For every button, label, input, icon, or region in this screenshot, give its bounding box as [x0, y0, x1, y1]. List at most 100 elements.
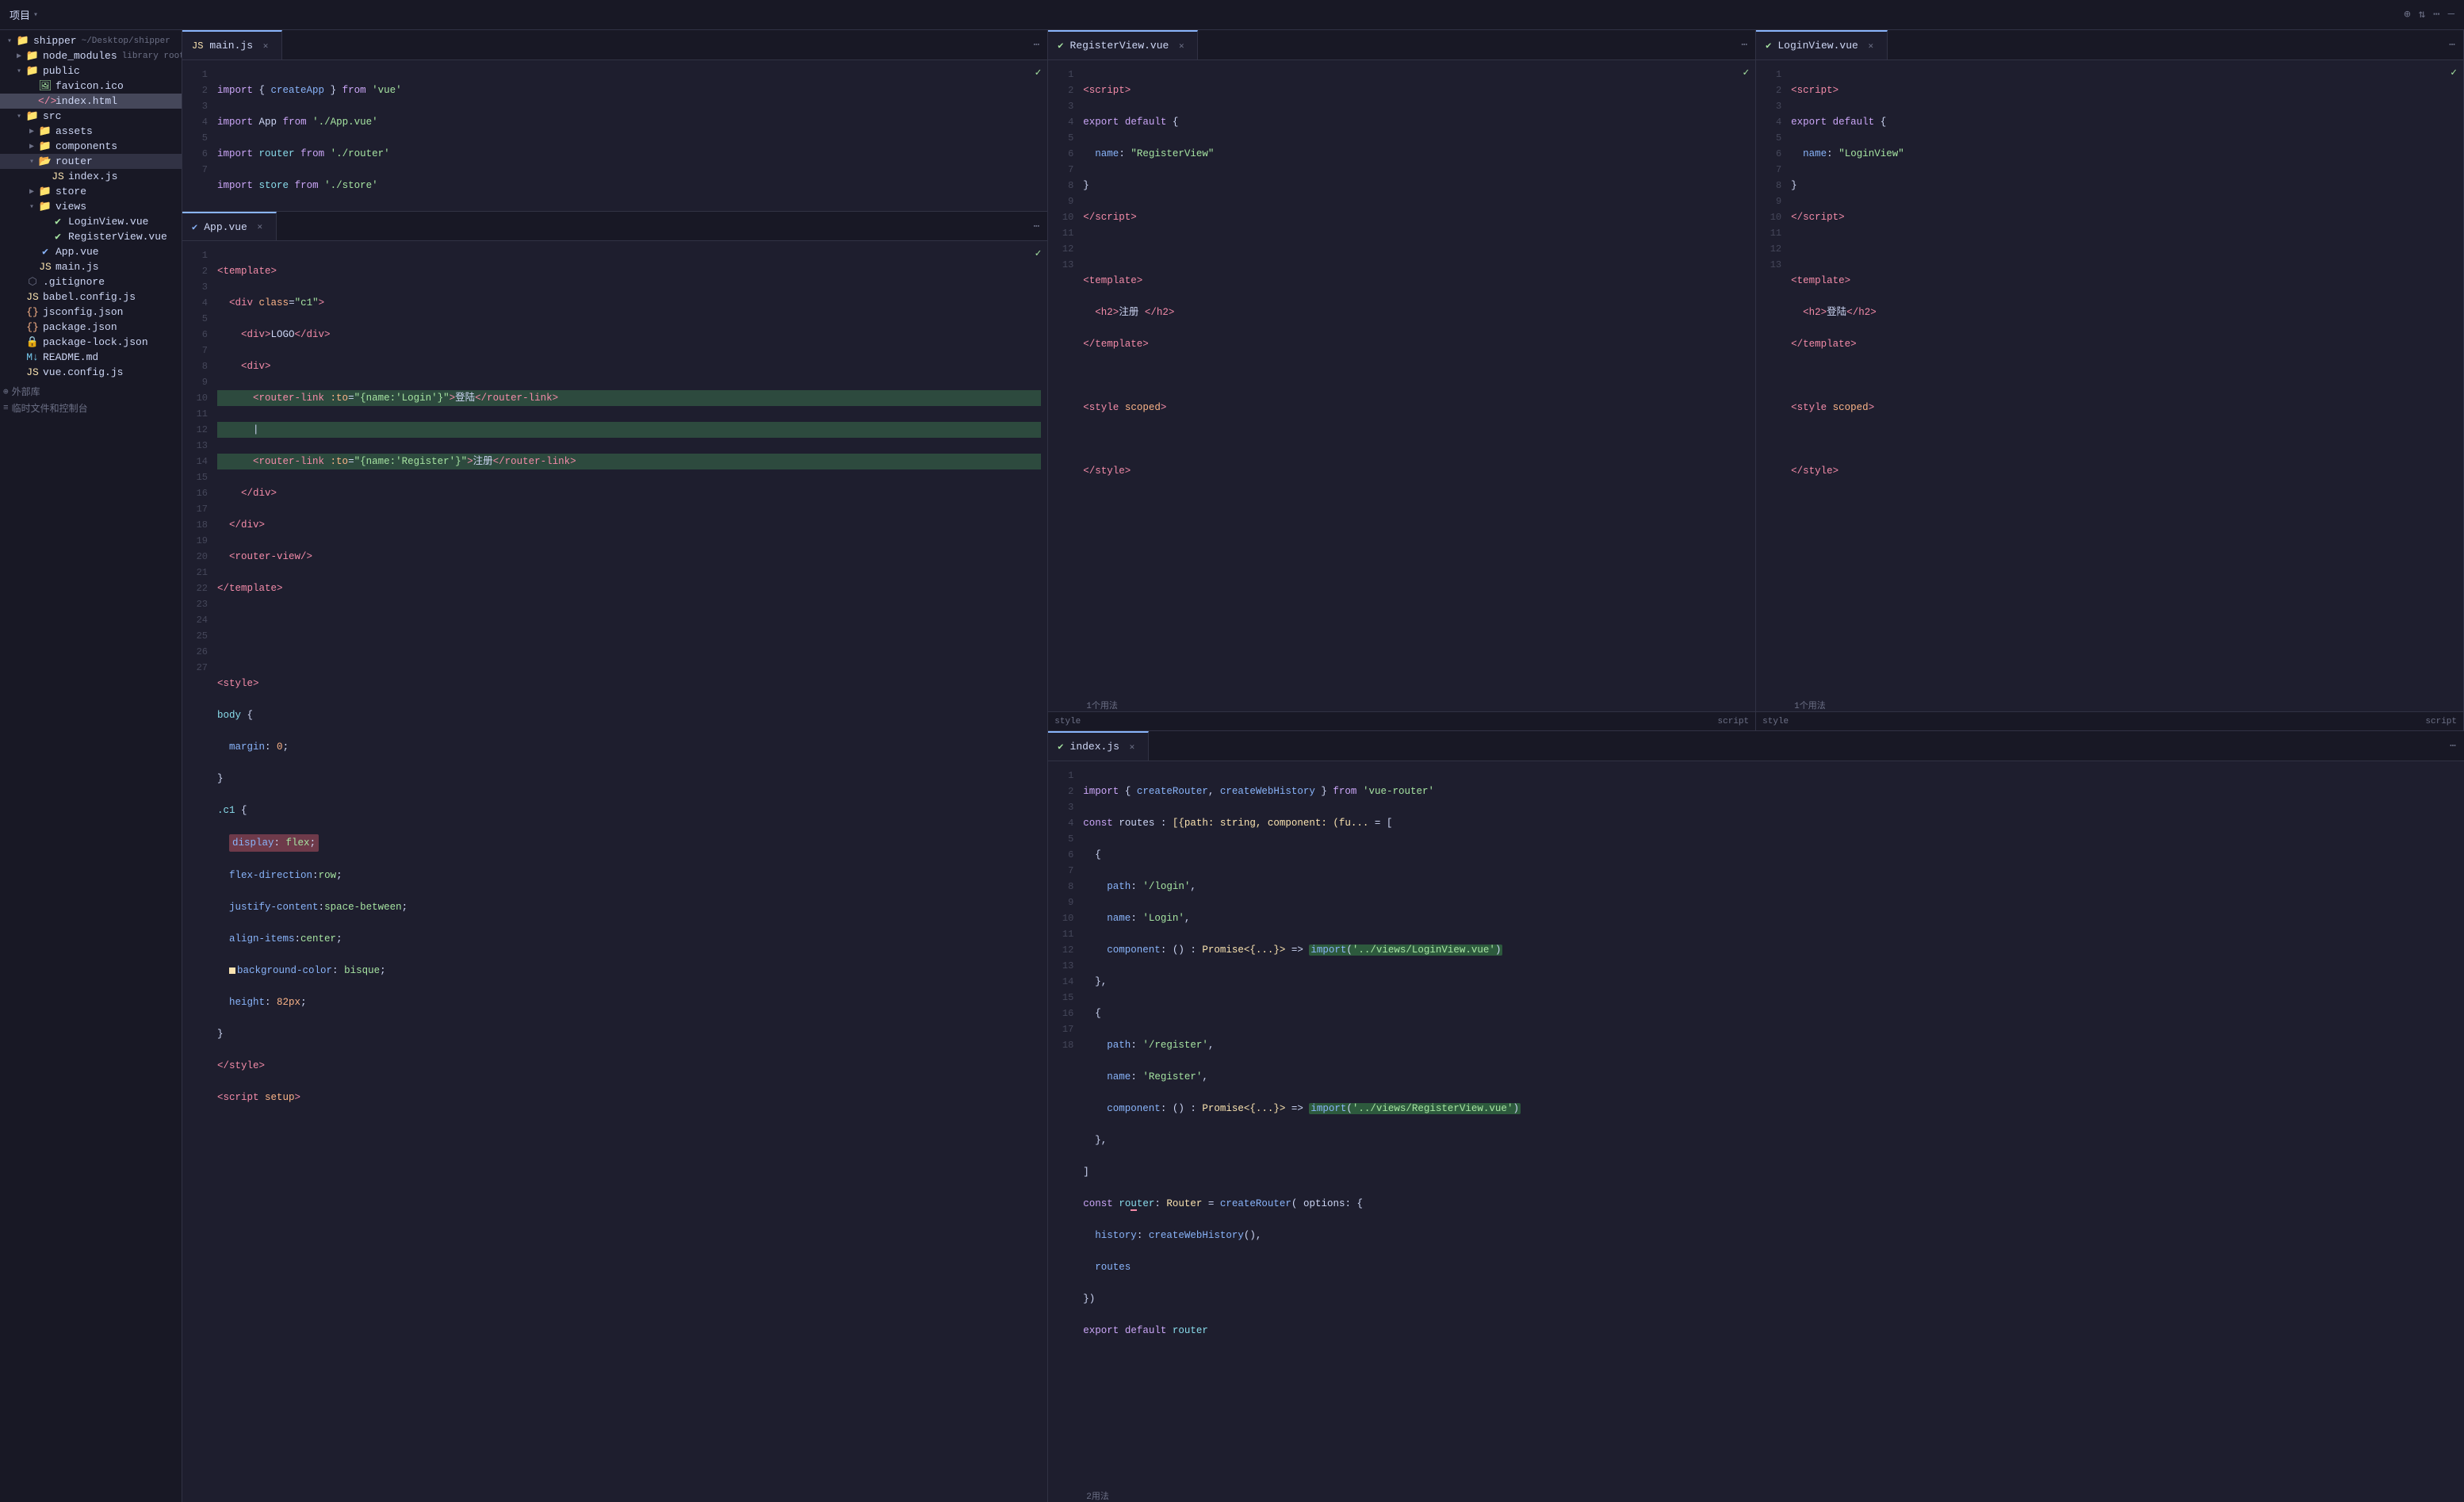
sidebar-item-main-js[interactable]: JS main.js [0, 259, 182, 274]
code-line-app-20: flex-direction:row; [217, 868, 1041, 883]
sidebar-item-shipper[interactable]: ▾ 📁 shipper ~/Desktop/shipper [0, 33, 182, 48]
arrow-icon: ▾ [25, 202, 38, 212]
json-icon: {} [25, 306, 40, 318]
code-line-app-8: </div> [217, 485, 1041, 501]
right-top-panes: ✔ RegisterView.vue ✕ ⋯ 12345 678910 [1048, 30, 2464, 731]
code-r-11: <style scoped> [1083, 400, 1749, 416]
code-main-js[interactable]: import { createApp } from 'vue' import A… [214, 60, 1047, 211]
code-r-1: <script> [1083, 82, 1749, 98]
code-line-app-27: <script setup> [217, 1090, 1041, 1105]
tab-label-login: LoginView.vue [1777, 40, 1858, 52]
sidebar-item-external-libs[interactable]: ⊕ 外部库 [0, 383, 182, 400]
sidebar-item-readme[interactable]: M↓ README.md [0, 350, 182, 365]
tab-menu-index[interactable]: ⋯ [2442, 731, 2464, 761]
sidebar-item-store[interactable]: ▶ 📁 store [0, 184, 182, 199]
app-vue-content[interactable]: 12345 678910 1112131415 1617181920 21222… [182, 241, 1047, 1502]
sidebar-item-src[interactable]: ▾ 📁 src [0, 109, 182, 124]
sidebar-item-assets[interactable]: ▶ 📁 assets [0, 124, 182, 139]
code-index-js[interactable]: import { createRouter, createWebHistory … [1080, 761, 2464, 1488]
sidebar-item-login-view[interactable]: ✔ LoginView.vue [0, 214, 182, 229]
vue-icon: ✔ [38, 246, 52, 258]
line-numbers-main-js: 1 2 3 4 5 6 7 [182, 60, 214, 211]
js-icon: JS [25, 366, 40, 378]
sidebar-item-router[interactable]: ▾ 📂 router [0, 154, 182, 169]
close-tab-login[interactable]: ✕ [1865, 40, 1877, 52]
close-tab-main-js[interactable]: ✕ [259, 40, 272, 52]
sidebar-item-vue-config[interactable]: JS vue.config.js [0, 365, 182, 380]
folder-icon: 📁 [25, 110, 40, 122]
code-line-app-13 [217, 644, 1041, 660]
sidebar-item-node-modules[interactable]: ▶ 📁 node_modules library root [0, 48, 182, 63]
code-r-13: </style> [1083, 463, 1749, 479]
tab-register-view[interactable]: ✔ RegisterView.vue ✕ [1048, 30, 1198, 59]
tab-menu-button-app[interactable]: ⋯ [1025, 212, 1047, 240]
index-js-content[interactable]: 12345 678910 1112131415 161718 import { … [1048, 761, 2464, 1488]
sidebar-item-public[interactable]: ▾ 📁 public [0, 63, 182, 79]
tab-menu-register[interactable]: ⋯ [1733, 30, 1755, 59]
sidebar-item-package-json[interactable]: {} package.json [0, 320, 182, 335]
register-view-content[interactable]: 12345 678910 111213 <script> export defa… [1048, 60, 1755, 697]
code-i-11: component: () : Promise<{...}> => import… [1083, 1101, 2458, 1117]
code-r-5: </script> [1083, 209, 1749, 225]
vue-index-icon: ✔ [1058, 741, 1063, 753]
sidebar-item-scratch[interactable]: ≡ 临时文件和控制台 [0, 400, 182, 416]
checkmark-register: ✓ [1743, 67, 1749, 79]
close-tab-index[interactable]: ✕ [1126, 741, 1138, 753]
project-label[interactable]: 项目 ▾ [10, 7, 38, 22]
code-line-app-21: justify-content:space-between; [217, 899, 1041, 915]
line-numbers-register: 12345 678910 111213 [1048, 60, 1080, 697]
tab-menu-login[interactable]: ⋯ [2441, 30, 2463, 59]
code-line-3: import router from './router' [217, 146, 1041, 162]
sidebar-item-jsconfig[interactable]: {} jsconfig.json [0, 305, 182, 320]
register-view-pane: ✔ RegisterView.vue ✕ ⋯ 12345 678910 [1048, 30, 1756, 730]
main-js-content[interactable]: 1 2 3 4 5 6 7 import { createApp } from … [182, 60, 1047, 211]
tab-main-js[interactable]: JS main.js ✕ [182, 30, 282, 59]
tab-app-vue[interactable]: ✔ App.vue ✕ [182, 212, 277, 240]
arrow-icon: ▾ [13, 67, 25, 76]
code-login[interactable]: <script> export default { name: "LoginVi… [1788, 60, 2463, 697]
sync-icon[interactable]: ⊕ [2404, 8, 2410, 21]
code-i-12: }, [1083, 1132, 2458, 1148]
sidebar-item-app-vue[interactable]: ✔ App.vue [0, 244, 182, 259]
login-usage-hint: 1个用法 [1756, 697, 2463, 711]
sidebar-item-index-html[interactable]: </> index.html [0, 94, 182, 109]
sidebar-item-views[interactable]: ▾ 📁 views [0, 199, 182, 214]
tab-menu-button[interactable]: ⋯ [1025, 30, 1047, 59]
sidebar-item-register-view[interactable]: ✔ RegisterView.vue [0, 229, 182, 244]
sidebar-item-gitignore[interactable]: ⬡ .gitignore [0, 274, 182, 289]
sidebar-item-router-index[interactable]: JS index.js [0, 169, 182, 184]
code-l-13: </style> [1791, 463, 2457, 479]
tab-login-view[interactable]: ✔ LoginView.vue ✕ [1756, 30, 1888, 59]
register-tab-bar: ✔ RegisterView.vue ✕ ⋯ [1048, 30, 1755, 60]
code-register[interactable]: <script> export default { name: "Registe… [1080, 60, 1755, 697]
arrow-icon: ▾ [13, 112, 25, 121]
ico-icon: 🖼 [38, 80, 52, 92]
login-view-content[interactable]: 12345 678910 111213 <script> export defa… [1756, 60, 2463, 697]
minimize-icon[interactable]: — [2448, 8, 2454, 21]
line-numbers-app-vue: 12345 678910 1112131415 1617181920 21222… [182, 241, 214, 1502]
sidebar-item-components[interactable]: ▶ 📁 components [0, 139, 182, 154]
editor-area: JS main.js ✕ ⋯ 1 2 3 4 5 6 7 [182, 30, 2464, 1502]
arrow-icon: ▶ [25, 142, 38, 151]
login-tab-bar: ✔ LoginView.vue ✕ ⋯ [1756, 30, 2463, 60]
close-tab-app-vue[interactable]: ✕ [254, 220, 266, 233]
code-app-vue[interactable]: <template> <div class="c1"> <div>LOGO</d… [214, 241, 1047, 1502]
folder-icon: 📁 [16, 35, 30, 47]
code-l-1: <script> [1791, 82, 2457, 98]
code-i-7: }, [1083, 974, 2458, 990]
script-label-login: script [2425, 717, 2457, 726]
branch-icon[interactable]: ⇅ [2419, 8, 2425, 21]
index-usage-hint: 2用法 [1048, 1488, 2464, 1502]
sidebar-item-package-lock[interactable]: 🔒 package-lock.json [0, 335, 182, 350]
vue-icon: ✔ [51, 216, 65, 228]
more-icon[interactable]: ⋯ [2433, 8, 2439, 21]
sidebar-item-favicon[interactable]: 🖼 favicon.ico [0, 79, 182, 94]
close-tab-register[interactable]: ✕ [1175, 40, 1188, 52]
sidebar-item-babel[interactable]: JS babel.config.js [0, 289, 182, 305]
code-line-app-10: <router-view/> [217, 549, 1041, 565]
app-vue-tab-bar: ✔ App.vue ✕ ⋯ [182, 211, 1047, 241]
code-line-app-9: </div> [217, 517, 1041, 533]
login-view-pane: ✔ LoginView.vue ✕ ⋯ 12345 678910 111 [1756, 30, 2464, 730]
tab-index-js[interactable]: ✔ index.js ✕ [1048, 731, 1149, 761]
tab-label-register: RegisterView.vue [1070, 40, 1169, 52]
